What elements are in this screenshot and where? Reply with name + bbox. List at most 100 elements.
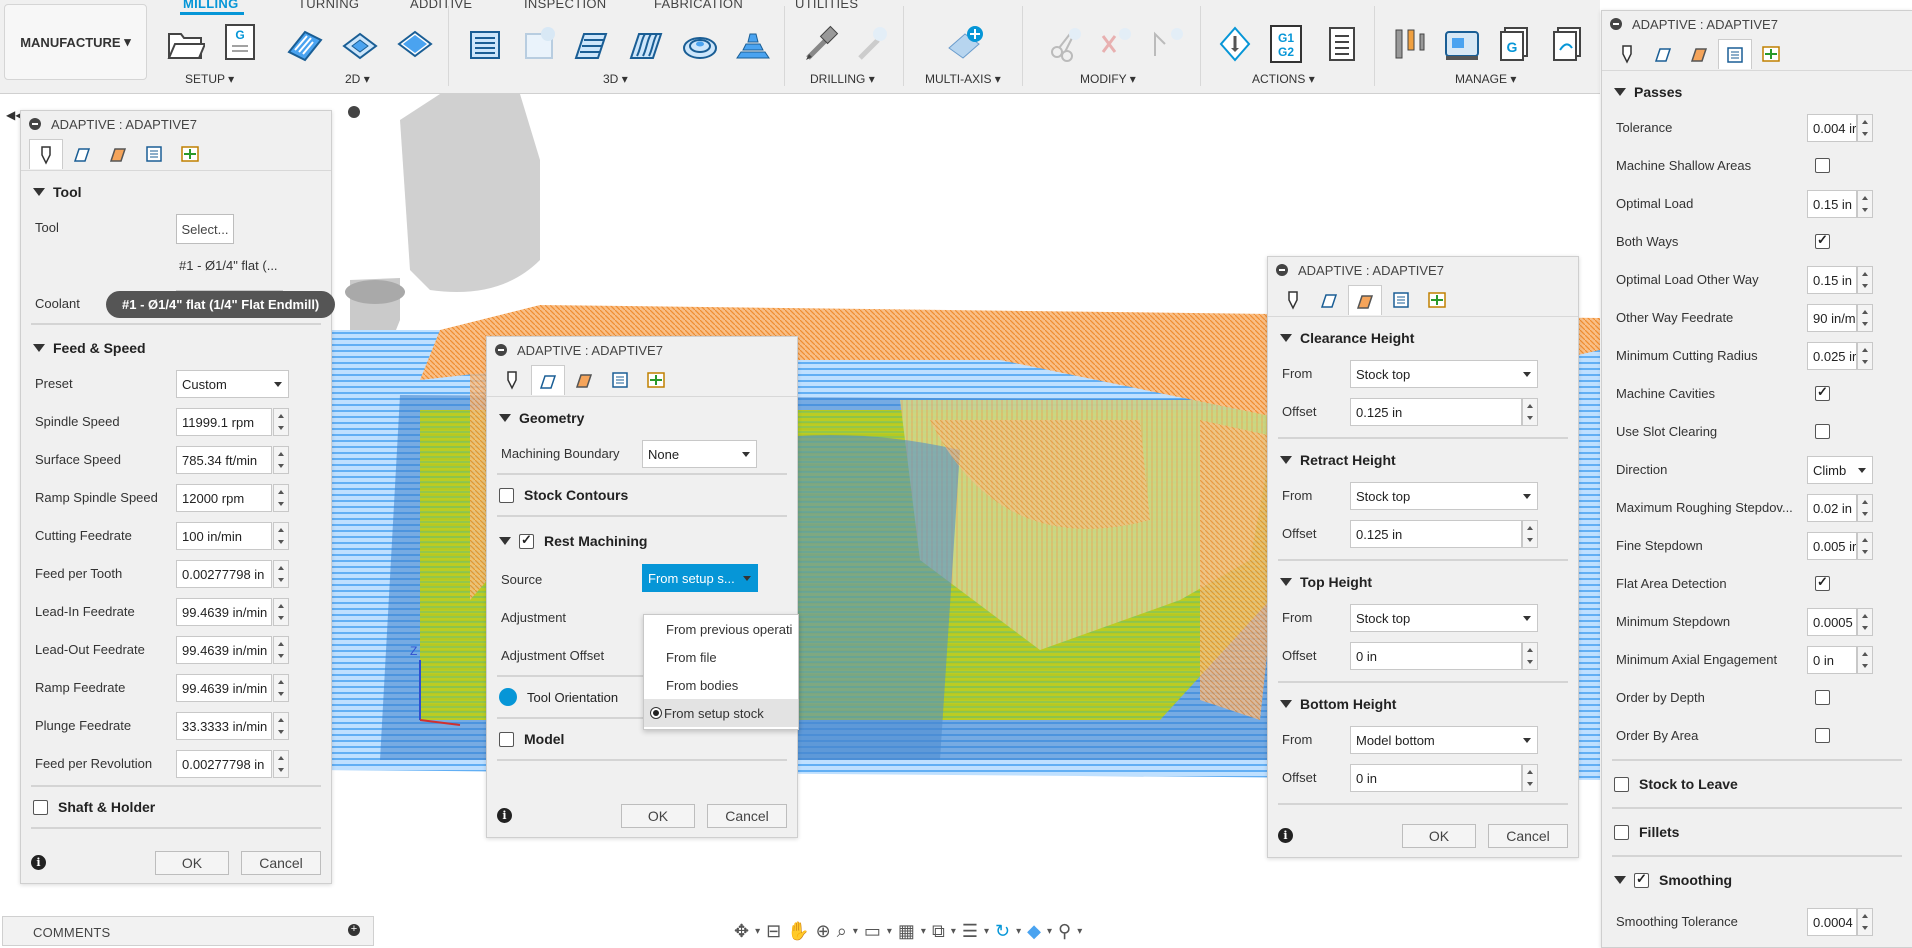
chevron-down-icon[interactable]: ▾	[921, 926, 926, 937]
passes-field-input[interactable]: 0 in	[1807, 646, 1857, 674]
tab-passes[interactable]	[137, 139, 171, 169]
rest-machining-section-header[interactable]: Rest Machining	[487, 521, 797, 561]
tab-geometry[interactable]	[1312, 285, 1346, 315]
value-spinner[interactable]	[1857, 532, 1873, 560]
fit-icon[interactable]: ⌕	[837, 921, 847, 942]
feed-field-input[interactable]: 785.34 ft/min	[176, 446, 272, 474]
value-spinner[interactable]	[273, 484, 289, 512]
stock-contours-checkbox[interactable]	[499, 487, 514, 503]
chevron-down-icon[interactable]: ▾	[984, 926, 989, 937]
passes-field-input[interactable]: 90 in/mi	[1807, 304, 1857, 332]
tab-geometry[interactable]	[65, 139, 99, 169]
tab-linking[interactable]	[1420, 285, 1454, 315]
stock-to-leave-section-header[interactable]: Stock to Leave	[1602, 761, 1912, 807]
feed-field-input[interactable]: 99.4639 in/min	[176, 598, 272, 626]
value-spinner[interactable]	[273, 598, 289, 626]
3d-parallel-icon[interactable]	[625, 24, 665, 64]
tab-utilities[interactable]: UTILITIES	[795, 0, 858, 11]
cancel-button[interactable]: Cancel	[1488, 824, 1568, 848]
group-setup[interactable]: SETUP ▾	[185, 72, 234, 86]
3d-steep-shallow-icon[interactable]	[570, 24, 610, 64]
passes-field-checkbox[interactable]	[1815, 728, 1830, 743]
source-option[interactable]: From bodies	[644, 671, 798, 699]
tab-geometry[interactable]	[1646, 39, 1680, 69]
shaft-holder-section-header[interactable]: Shaft & Holder	[21, 787, 331, 827]
passes-field-input[interactable]: 0.005 ir	[1807, 532, 1857, 560]
group-3d[interactable]: 3D ▾	[603, 72, 628, 86]
value-spinner[interactable]	[1522, 642, 1538, 670]
zoom-icon[interactable]: ⊕	[816, 921, 831, 942]
3d-contour-icon[interactable]	[733, 24, 773, 64]
group-multi-axis[interactable]: MULTI-AXIS ▾	[925, 72, 1001, 86]
value-spinner[interactable]	[273, 560, 289, 588]
tab-milling[interactable]: MILLING	[183, 0, 239, 11]
nc-program-icon[interactable]: G	[220, 22, 260, 62]
group-manage[interactable]: MANAGE ▾	[1455, 72, 1516, 86]
height-from-select[interactable]: Stock top	[1350, 360, 1538, 388]
tab-linking[interactable]	[1754, 39, 1788, 69]
source-option-selected[interactable]: From setup stock	[644, 699, 798, 727]
tab-heights[interactable]	[1682, 39, 1716, 69]
passes-field-checkbox[interactable]	[1815, 232, 1830, 249]
height-from-select[interactable]: Stock top	[1350, 604, 1538, 632]
source-option[interactable]: From file	[644, 643, 798, 671]
tab-tool[interactable]	[1610, 39, 1644, 69]
workspace-switcher[interactable]: MANUFACTURE ▾	[4, 4, 147, 80]
orbit-icon[interactable]: ✥	[734, 921, 749, 942]
source-select[interactable]: From setup s...	[642, 564, 758, 592]
shaft-holder-checkbox[interactable]	[33, 799, 48, 815]
info-icon[interactable]: i	[31, 855, 46, 870]
passes-field-select[interactable]: Climb	[1807, 456, 1873, 484]
height-offset-input[interactable]: 0 in	[1350, 642, 1522, 670]
look-at-icon[interactable]: ⊟	[766, 921, 781, 942]
value-spinner[interactable]	[1857, 304, 1873, 332]
tab-passes[interactable]	[603, 365, 637, 395]
feed-field-input[interactable]: 0.00277798 in	[176, 560, 272, 588]
stock-to-leave-checkbox[interactable]	[1614, 776, 1629, 792]
tab-turning[interactable]: TURNING	[298, 0, 359, 11]
template-library-icon[interactable]	[1548, 24, 1588, 64]
minimize-browser-icon[interactable]	[348, 106, 360, 118]
value-spinner[interactable]	[1522, 520, 1538, 548]
passes-field-input[interactable]: 0.0005	[1807, 608, 1857, 636]
passes-field-checkbox[interactable]	[1815, 424, 1830, 439]
tab-passes[interactable]	[1718, 39, 1752, 69]
group-2d[interactable]: 2D ▾	[345, 72, 370, 86]
group-actions[interactable]: ACTIONS ▾	[1252, 72, 1315, 86]
drill-icon[interactable]	[800, 24, 840, 64]
chevron-down-icon[interactable]: ▾	[755, 926, 760, 937]
value-spinner[interactable]	[1857, 190, 1873, 218]
group-drilling[interactable]: DRILLING ▾	[810, 72, 875, 86]
feed-field-input[interactable]: 100 in/min	[176, 522, 272, 550]
height-section-header[interactable]: Retract Height	[1268, 443, 1578, 477]
tab-tool[interactable]	[29, 139, 63, 169]
value-spinner[interactable]	[1857, 266, 1873, 294]
tab-tool[interactable]	[495, 365, 529, 395]
tab-linking[interactable]	[639, 365, 673, 395]
fillets-checkbox[interactable]	[1614, 824, 1629, 840]
passes-field-checkbox[interactable]	[1815, 158, 1830, 173]
tab-linking[interactable]	[173, 139, 207, 169]
height-section-header[interactable]: Bottom Height	[1268, 687, 1578, 721]
height-section-header[interactable]: Top Height	[1268, 565, 1578, 599]
tab-fabrication[interactable]: FABRICATION	[654, 0, 743, 11]
minimize-icon[interactable]	[495, 344, 507, 356]
folder-setup-icon[interactable]	[165, 24, 205, 64]
tab-heights[interactable]	[101, 139, 135, 169]
smoothing-tolerance-spinner[interactable]	[1857, 908, 1873, 936]
model-checkbox[interactable]	[499, 731, 514, 747]
stock-display-icon[interactable]: ◆	[1027, 921, 1041, 942]
multi-axis-icon[interactable]	[945, 22, 985, 62]
3d-adaptive-icon[interactable]	[465, 24, 505, 64]
passes-field-checkbox[interactable]	[1815, 690, 1830, 705]
machining-boundary-select[interactable]: None	[642, 440, 757, 468]
tab-geometry[interactable]	[531, 365, 565, 395]
viewports-icon[interactable]: ⧉	[932, 921, 945, 942]
passes-field-input[interactable]: 0.02 in	[1807, 494, 1857, 522]
passes-field-input[interactable]: 0.15 in	[1807, 190, 1857, 218]
value-spinner[interactable]	[1522, 764, 1538, 792]
3d-scallop-icon[interactable]	[680, 24, 720, 64]
value-spinner[interactable]	[1857, 646, 1873, 674]
smoothing-checkbox[interactable]	[1634, 871, 1649, 888]
passes-field-input[interactable]: 0.004 ir	[1807, 114, 1857, 142]
